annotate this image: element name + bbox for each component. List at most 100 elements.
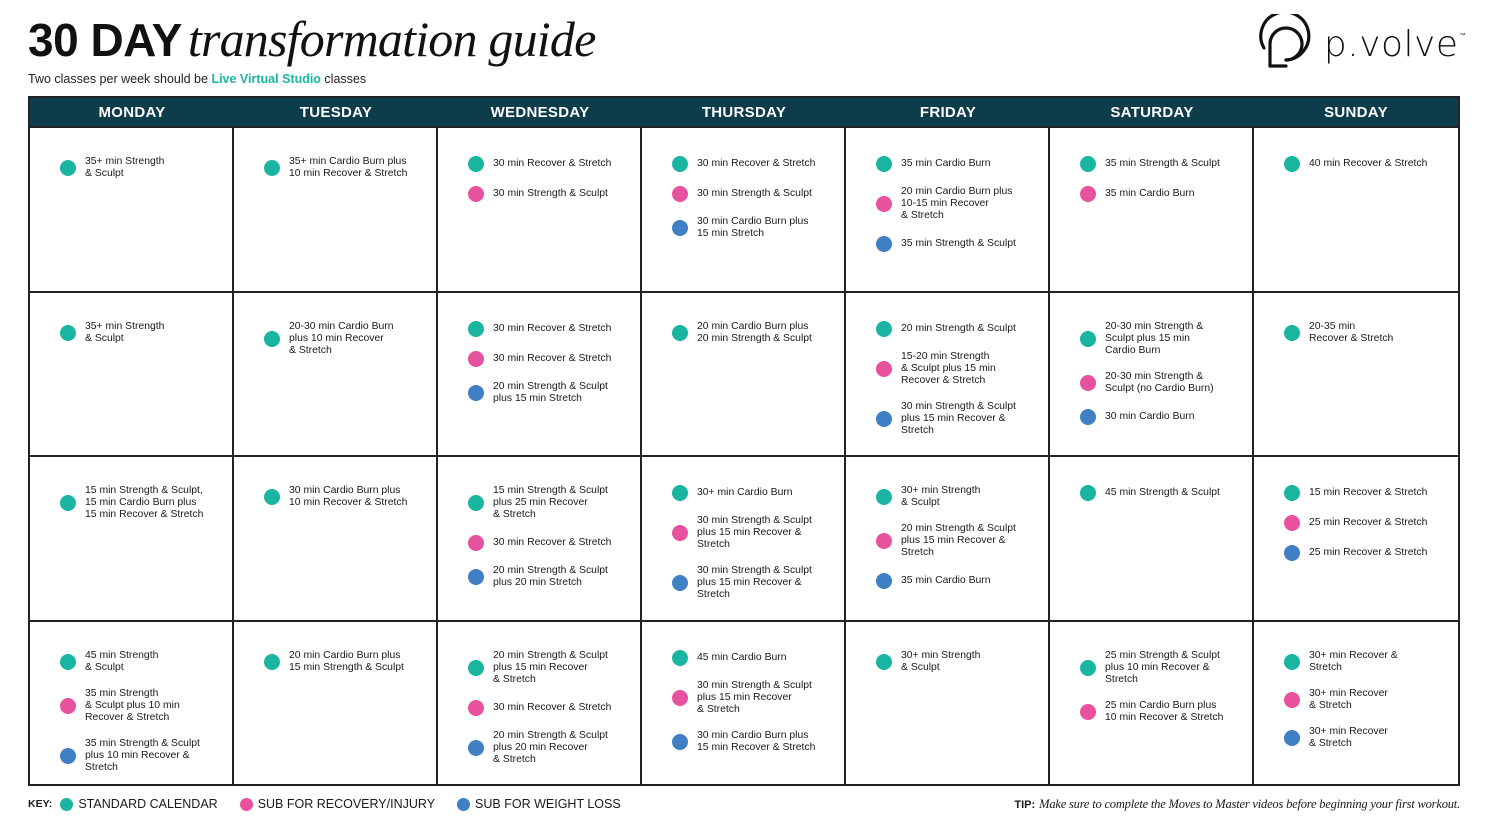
day-cell-week1-saturday: 35 min Strength & Sculpt 35 min Cardio Bu…: [1050, 126, 1254, 291]
day-cell-week4-tuesday: 20 min Cardio Burn plus 15 min Strength …: [234, 619, 438, 784]
workout-item: 35+ min Strength & Sculpt: [60, 156, 224, 180]
day-cell-week4-monday: 45 min Strength & Sculpt 35 min Strength …: [30, 619, 234, 784]
day-cell-week1-monday: 35+ min Strength & Sculpt: [30, 126, 234, 291]
workout-item: 30+ min Recover & Stretch: [1284, 726, 1450, 750]
workout-item: 30+ min Recover & Stretch: [1284, 688, 1450, 712]
workout-item: 30+ min Strength & Sculpt: [876, 485, 1040, 509]
day-cell-week2-monday: 35+ min Strength & Sculpt: [30, 290, 234, 455]
standard-dot-icon: [672, 324, 688, 341]
standard-dot-icon: [264, 330, 280, 347]
workout-item: 20 min Strength & Sculpt plus 20 min Str…: [468, 565, 632, 589]
standard-dot-icon: [264, 653, 280, 670]
day-cell-week1-sunday: 40 min Recover & Stretch: [1254, 126, 1458, 291]
workout-item: 20 min Strength & Sculpt plus 15 min Rec…: [876, 523, 1040, 559]
weight-loss-dot-icon: [1284, 729, 1300, 746]
weight-loss-dot-icon: [457, 797, 471, 811]
workout-item: 25 min Cardio Burn plus 10 min Recover &…: [1080, 700, 1244, 724]
recovery-dot-icon: [672, 186, 688, 202]
day-cell-week1-tuesday: 35+ min Cardio Burn plus 10 min Recover …: [234, 126, 438, 291]
weight-loss-dot-icon: [876, 573, 892, 589]
standard-dot-icon: [60, 495, 76, 511]
workout-text: 20-30 min Cardio Burn plus 10 min Recove…: [289, 320, 394, 356]
day-cell-week3-tuesday: 30 min Cardio Burn plus 10 min Recover &…: [234, 455, 438, 620]
legend-item-label: SUB FOR WEIGHT LOSS: [475, 797, 621, 811]
standard-dot-icon: [1080, 156, 1096, 172]
weight-loss-dot-icon: [60, 747, 76, 764]
workout-text: 30 min Strength & Sculpt plus 15 min Rec…: [901, 400, 1016, 436]
workout-text: 45 min Strength & Sculpt: [1105, 487, 1220, 498]
standard-dot-icon: [60, 160, 76, 176]
trademark: ™: [1459, 31, 1466, 39]
workout-text: 30 min Strength & Sculpt plus 15 min Rec…: [697, 679, 812, 715]
day-header-sunday: SUNDAY: [1324, 103, 1388, 121]
workout-text: 35 min Cardio Burn: [901, 575, 991, 586]
workout-item: 25 min Recover & Stretch: [1284, 515, 1450, 531]
workout-item: 30 min Strength & Sculpt plus 15 min Rec…: [672, 565, 836, 601]
workout-item: 30 min Cardio Burn: [1080, 408, 1244, 425]
workout-text: 30 min Recover & Stretch: [493, 701, 612, 713]
workout-text: 30 min Recover & Stretch: [493, 322, 612, 334]
workout-item: 30 min Cardio Burn plus 15 min Stretch: [672, 216, 836, 240]
recovery-dot-icon: [239, 797, 253, 811]
day-cell-week4-thursday: 45 min Cardio Burn 30 min Strength & Scul…: [642, 619, 846, 784]
workout-text: 35 min Strength & Sculpt plus 10 min Rec…: [85, 687, 180, 723]
pvolve-logo: p.volve™: [1256, 14, 1466, 74]
day-header-saturday: SATURDAY: [1110, 103, 1194, 121]
recovery-dot-icon: [468, 350, 484, 367]
calendar-grid: 35+ min Strength & Sculpt 35+ min Cardio …: [30, 126, 1458, 784]
legend-items: STANDARD CALENDAR SUB FOR RECOVERY/INJURY…: [60, 797, 642, 811]
day-header-wednesday: WEDNESDAY: [490, 103, 590, 121]
workout-item: 15 min Strength & Sculpt plus 25 min Rec…: [468, 485, 632, 521]
workout-text: 20 min Strength & Sculpt plus 15 min Str…: [493, 380, 608, 404]
day-cell-week3-friday: 30+ min Strength & Sculpt 20 min Strength…: [846, 455, 1050, 620]
workout-item: 30 min Strength & Sculpt plus 15 min Rec…: [876, 401, 1040, 437]
workout-text: 30 min Recover & Stretch: [493, 352, 612, 364]
standard-dot-icon: [1284, 324, 1300, 341]
standard-dot-icon: [876, 489, 892, 505]
workout-text: 35 min Strength & Sculpt: [901, 238, 1016, 249]
standard-dot-icon: [672, 649, 688, 666]
weight-loss-dot-icon: [468, 384, 484, 401]
workout-text: 30 min Cardio Burn plus 10 min Recover &…: [289, 485, 408, 508]
workout-item: 20 min Cardio Burn plus 15 min Strength …: [264, 650, 428, 674]
standard-dot-icon: [1284, 653, 1300, 670]
weight-loss-dot-icon: [672, 733, 688, 750]
workout-item: 30 min Strength & Sculpt: [672, 186, 836, 202]
legend-item-label: STANDARD CALENDAR: [78, 797, 218, 811]
workout-item: 35 min Strength & Sculpt plus 10 min Rec…: [60, 688, 224, 724]
workout-item: 20-35 min Recover & Stretch: [1284, 321, 1450, 345]
day-cell-week3-thursday: 30+ min Cardio Burn 30 min Strength & Scu…: [642, 455, 846, 620]
workout-text: 30 min Strength & Sculpt plus 15 min Rec…: [697, 515, 812, 550]
workout-item: 25 min Recover & Stretch: [1284, 545, 1450, 561]
workout-item: 30 min Cardio Burn plus 10 min Recover &…: [264, 485, 428, 509]
workout-item: 15 min Strength & Sculpt, 15 min Cardio …: [60, 485, 224, 521]
workout-item: 30 min Recover & Stretch: [468, 699, 632, 716]
standard-dot-icon: [1080, 485, 1096, 501]
workout-text: 30 min Cardio Burn plus 15 min Recover &…: [697, 729, 816, 753]
workout-text: 20 min Strength & Sculpt plus 15 min Rec…: [493, 649, 608, 685]
workout-item: 30+ min Strength & Sculpt: [876, 650, 1040, 674]
workout-text: 35 min Strength & Sculpt: [1105, 158, 1220, 169]
standard-dot-icon: [468, 320, 484, 337]
day-cell-week1-friday: 35 min Cardio Burn 20 min Cardio Burn plu…: [846, 126, 1050, 291]
workout-item: 20-30 min Strength & Sculpt plus 15 min …: [1080, 321, 1244, 357]
recovery-dot-icon: [876, 533, 892, 549]
workout-item: 30 min Strength & Sculpt: [468, 186, 632, 202]
workout-item: 30 min Recover & Stretch: [468, 320, 632, 337]
recovery-dot-icon: [1284, 515, 1300, 531]
workout-item: 15 min Recover & Stretch: [1284, 485, 1450, 501]
legend-label: KEY:: [28, 798, 53, 810]
workout-text: 30 min Recover & Stretch: [697, 158, 816, 169]
workout-item: 35 min Strength & Sculpt plus 10 min Rec…: [60, 738, 224, 774]
workout-item: 35 min Strength & Sculpt: [876, 236, 1040, 252]
workout-item: 35 min Cardio Burn: [876, 573, 1040, 589]
workout-item: 30 min Recover & Stretch: [672, 156, 836, 172]
weight-loss-dot-icon: [672, 575, 688, 591]
day-cell-week3-wednesday: 15 min Strength & Sculpt plus 25 min Rec…: [438, 455, 642, 620]
workout-item: 45 min Strength & Sculpt: [60, 650, 224, 674]
standard-dot-icon: [876, 156, 892, 172]
standard-dot-icon: [468, 495, 484, 511]
standard-dot-icon: [672, 485, 688, 501]
day-cell-week2-saturday: 20-30 min Strength & Sculpt plus 15 min …: [1050, 290, 1254, 455]
subtitle: Two classes per week should be Live Virt…: [28, 72, 366, 86]
